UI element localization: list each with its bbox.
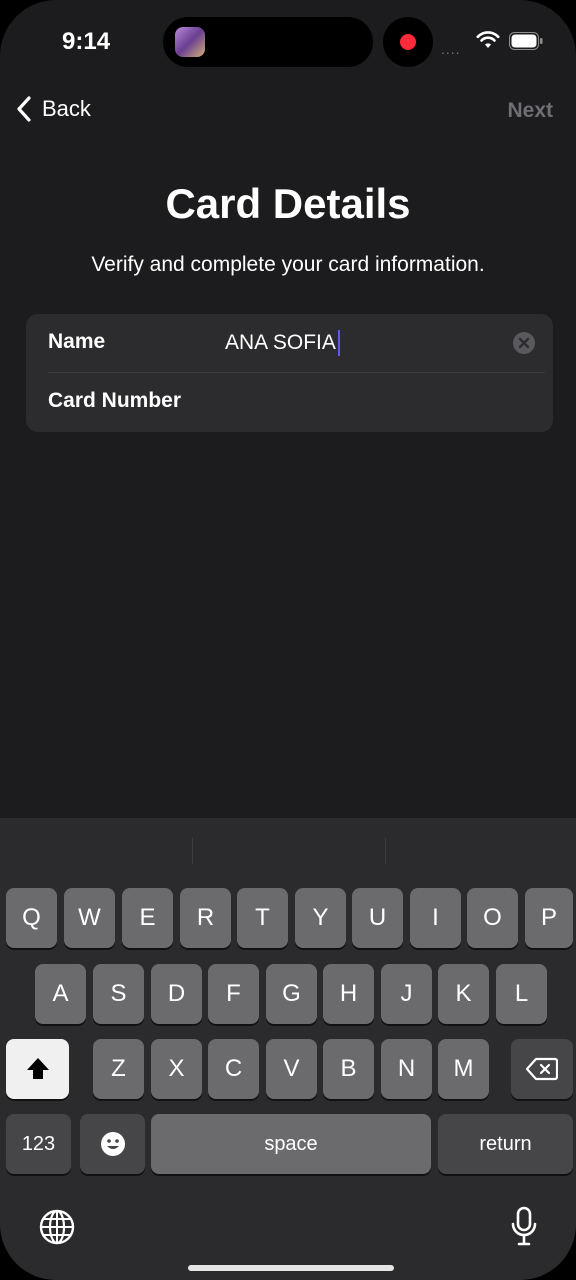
key-v[interactable]: V [266,1039,317,1099]
delete-key[interactable] [511,1039,573,1099]
backspace-icon [526,1057,558,1081]
battery-icon [509,32,543,50]
name-label: Name [48,330,106,353]
suggestion-bar [0,818,576,878]
name-field[interactable]: ANA SOFIA [225,330,340,356]
status-time: 9:14 [62,28,111,55]
page-subtitle: Verify and complete your card informatio… [91,253,485,276]
shift-key[interactable] [6,1039,69,1099]
microphone-icon[interactable] [510,1206,538,1248]
key-i[interactable]: I [410,888,461,948]
phone-screen: 9:14 .... Back Next Card Details Verify … [0,0,576,1280]
key-l[interactable]: L [496,964,547,1024]
key-d[interactable]: D [151,964,202,1024]
key-r[interactable]: R [180,888,231,948]
emoji-icon [100,1132,125,1156]
globe-icon[interactable] [38,1208,76,1246]
signal-dots: .... [441,41,461,57]
back-label: Back [42,96,91,121]
card-number-row[interactable]: Card Number [26,373,553,432]
key-s[interactable]: S [93,964,144,1024]
key-q[interactable]: Q [6,888,57,948]
keyboard: Q W E R T Y U I O P A S D F G H J K L Z … [0,818,576,1280]
suggestion-divider [385,838,386,864]
clear-text-button[interactable] [513,332,535,354]
key-n[interactable]: N [381,1039,432,1099]
status-bar: 9:14 .... [0,0,576,86]
card-number-label: Card Number [48,389,182,412]
key-h[interactable]: H [323,964,374,1024]
key-o[interactable]: O [467,888,518,948]
emoji-key[interactable] [80,1114,145,1174]
key-m[interactable]: M [438,1039,489,1099]
clear-x-icon [518,337,530,349]
key-a[interactable]: A [35,964,86,1024]
name-row[interactable]: Name ANA SOFIA [26,314,553,373]
key-w[interactable]: W [64,888,115,948]
page-title: Card Details [165,180,411,227]
return-key[interactable]: return [438,1114,573,1174]
wifi-icon [476,31,500,48]
key-j[interactable]: J [381,964,432,1024]
text-caret [337,330,340,356]
key-f[interactable]: F [208,964,259,1024]
record-dot-icon [400,34,416,50]
suggestion-divider [192,838,193,864]
back-button[interactable]: Back [16,96,91,122]
key-b[interactable]: B [323,1039,374,1099]
key-k[interactable]: K [438,964,489,1024]
next-button[interactable]: Next [507,99,553,123]
key-z[interactable]: Z [93,1039,144,1099]
home-indicator[interactable] [188,1265,394,1271]
navigation-bar: Back Next [0,90,576,134]
now-playing-thumbnail [175,27,205,57]
key-x[interactable]: X [151,1039,202,1099]
key-c[interactable]: C [208,1039,259,1099]
recording-indicator [383,17,433,67]
key-p[interactable]: P [525,888,573,948]
key-g[interactable]: G [266,964,317,1024]
chevron-left-icon [17,96,31,122]
shift-arrow-icon [26,1058,49,1079]
card-details-form: Name ANA SOFIA Card Number [26,314,553,432]
key-u[interactable]: U [352,888,403,948]
key-t[interactable]: T [237,888,288,948]
name-value: ANA SOFIA [225,331,336,354]
numbers-key[interactable]: 123 [6,1114,71,1174]
key-y[interactable]: Y [295,888,346,948]
space-key[interactable]: space [151,1114,431,1174]
key-e[interactable]: E [122,888,173,948]
dynamic-island[interactable] [163,17,373,67]
